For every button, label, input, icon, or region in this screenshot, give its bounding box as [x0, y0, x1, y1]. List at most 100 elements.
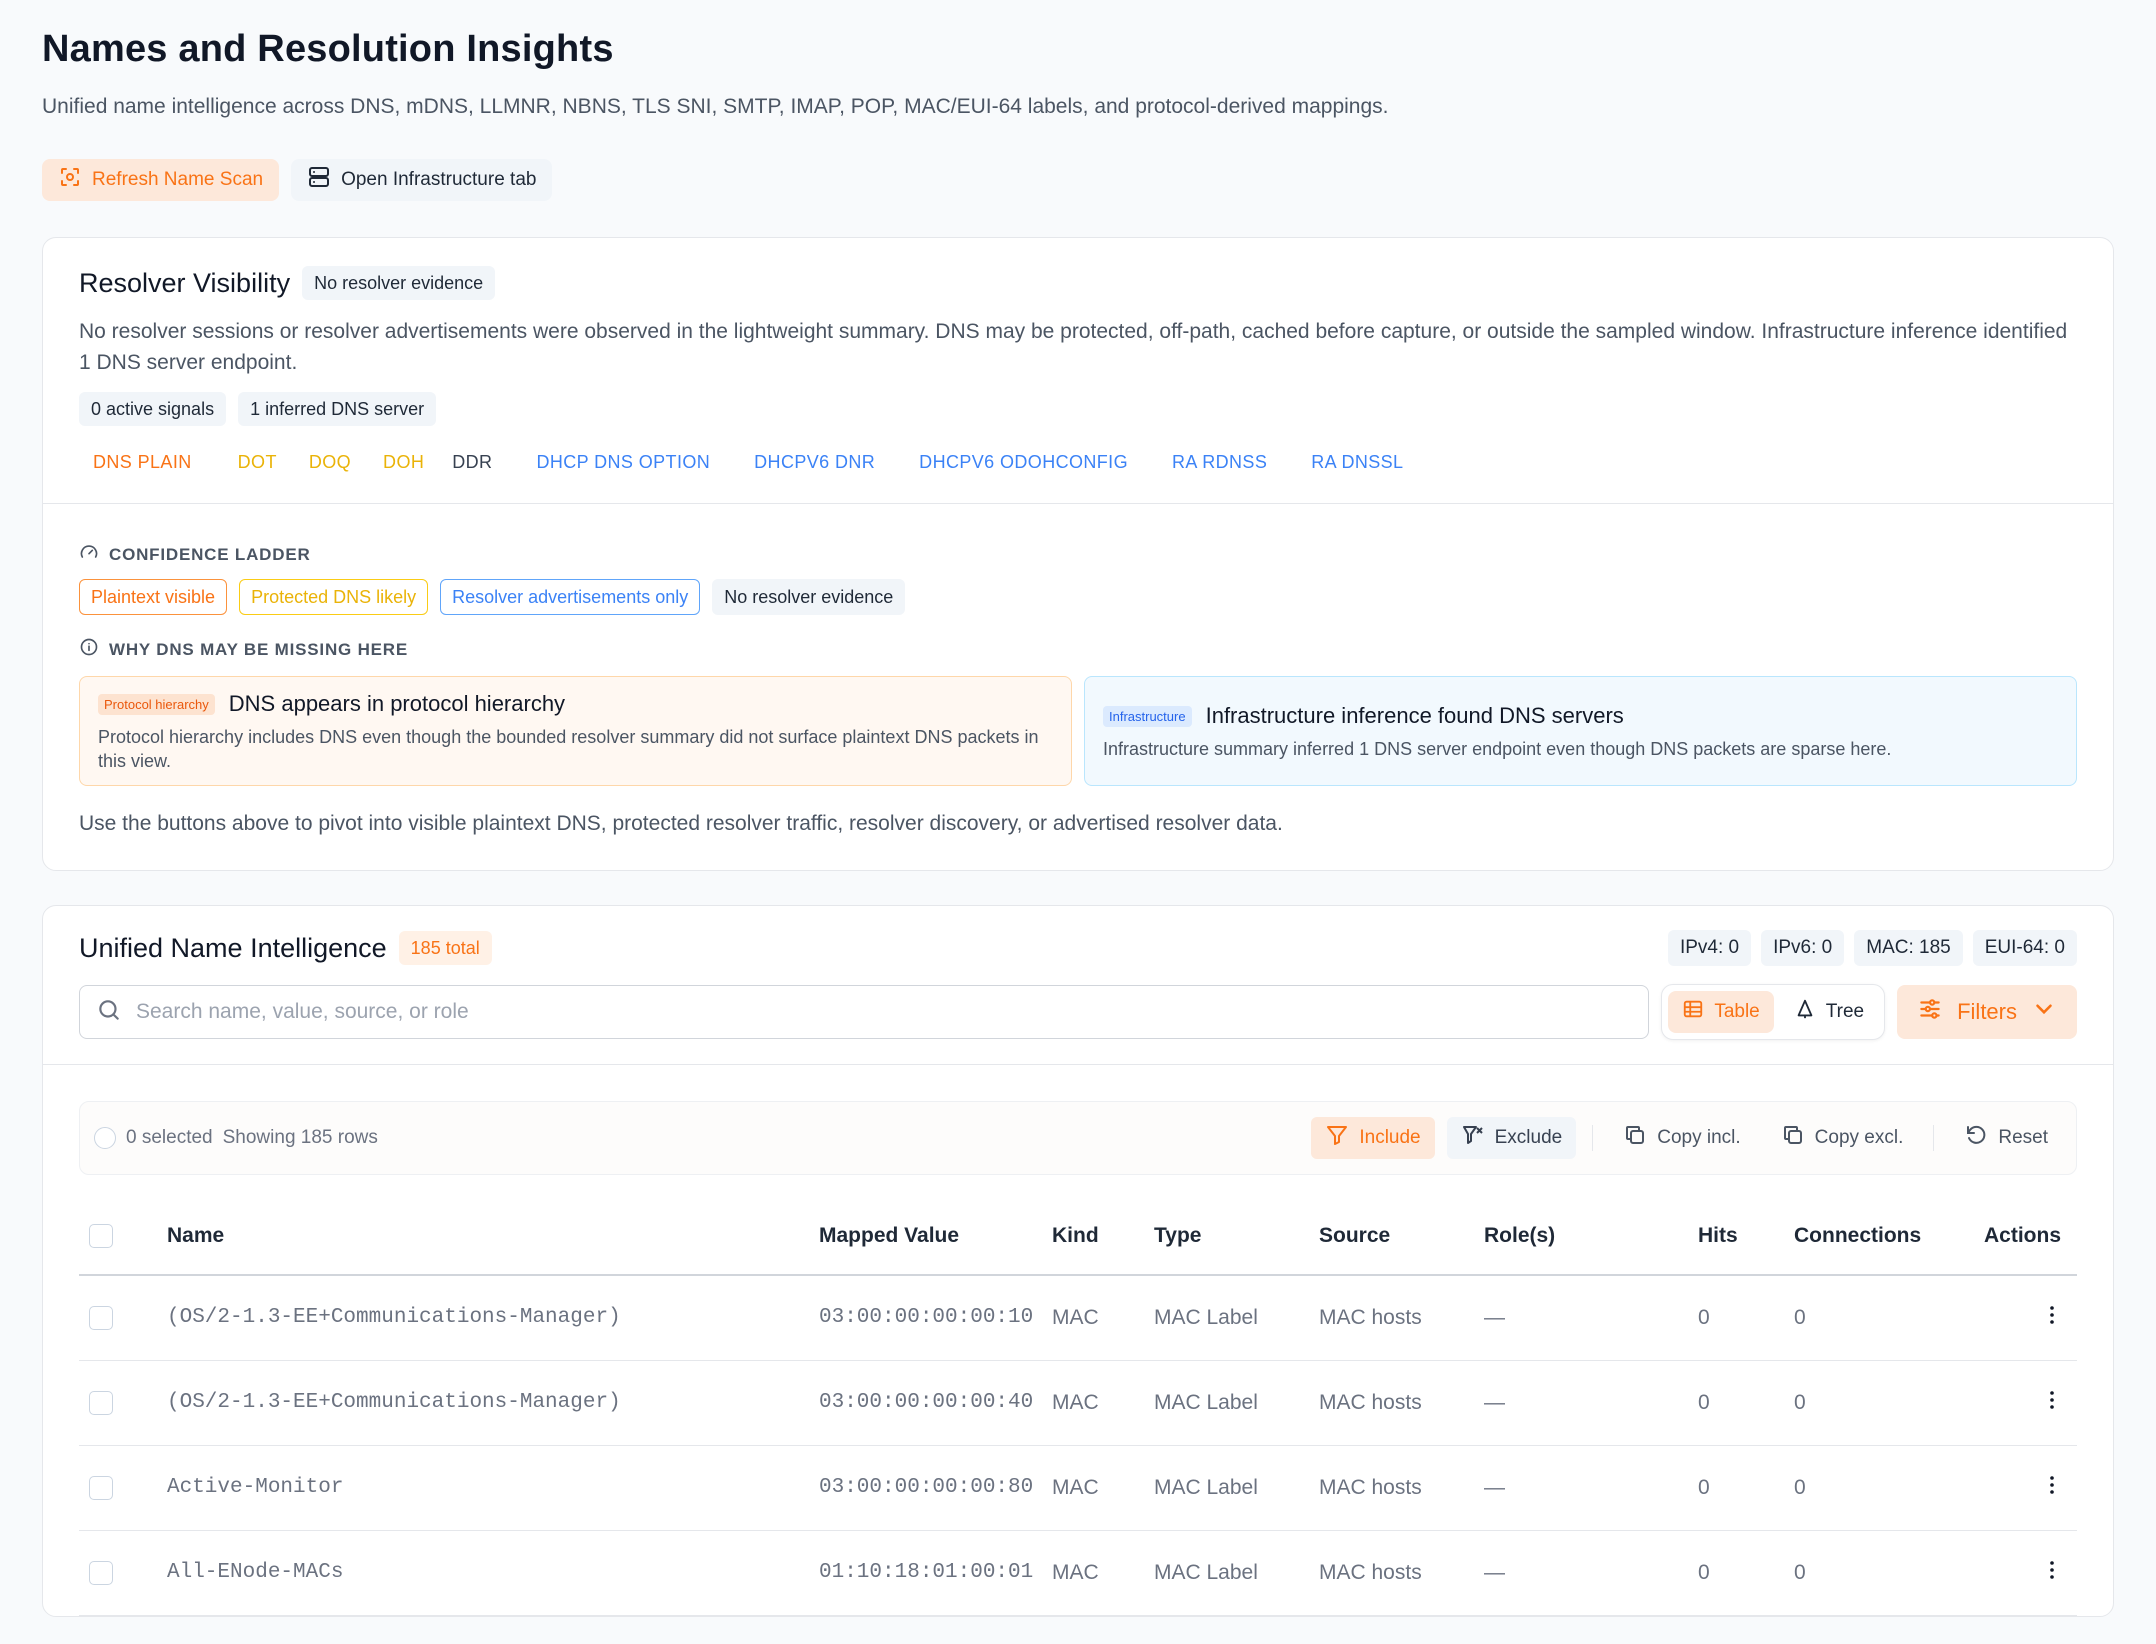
- filters-button[interactable]: Filters: [1897, 985, 2077, 1039]
- select-all-checkbox[interactable]: [89, 1223, 113, 1248]
- include-button[interactable]: Include: [1311, 1117, 1435, 1159]
- reset-label: Reset: [1998, 1127, 2048, 1148]
- why-missing-heading: WHY DNS MAY BE MISSING HERE: [79, 637, 2077, 662]
- cell-connections: 0: [1794, 1445, 1984, 1531]
- protocol-link-dhcpv6-dnr[interactable]: DHCPV6 DNR: [740, 446, 889, 479]
- resolver-description: No resolver sessions or resolver adverti…: [79, 320, 2068, 374]
- open-infrastructure-tab-button[interactable]: Open Infrastructure tab: [291, 159, 553, 201]
- cell-name: Active-Monitor: [167, 1445, 819, 1531]
- column-header[interactable]: Source: [1319, 1197, 1484, 1276]
- info-icon: [79, 637, 99, 662]
- column-header[interactable]: Mapped Value: [819, 1197, 1052, 1276]
- view-table-button[interactable]: Table: [1668, 991, 1774, 1033]
- cell-roles: —: [1484, 1360, 1698, 1446]
- table-icon: [1682, 998, 1704, 1026]
- copy-excl-label: Copy excl.: [1814, 1127, 1904, 1148]
- reason-body: Protocol hierarchy includes DNS even tho…: [98, 727, 1039, 771]
- cell-mapped-value: 01:10:18:01:00:01: [819, 1530, 1052, 1616]
- table-row[interactable]: (OS/2-1.3-EE+Communications-Manager) 03:…: [79, 1275, 2077, 1361]
- protocol-link-ddr[interactable]: DDR: [438, 446, 506, 479]
- cell-mapped-value: 03:00:00:00:00:80: [819, 1445, 1052, 1531]
- cell-type: MAC Label: [1154, 1275, 1319, 1361]
- include-label: Include: [1359, 1127, 1421, 1148]
- cell-roles: —: [1484, 1445, 1698, 1531]
- more-vertical-icon[interactable]: [2040, 1558, 2064, 1588]
- why-missing-label: WHY DNS MAY BE MISSING HERE: [109, 639, 409, 659]
- search-icon: [96, 997, 122, 1028]
- ladder-resolver-ads: Resolver advertisements only: [440, 579, 701, 615]
- ipv4-counter: IPv4: 0: [1667, 930, 1752, 966]
- column-header[interactable]: Name: [167, 1197, 819, 1276]
- refresh-name-scan-button[interactable]: Refresh Name Scan: [42, 159, 280, 201]
- protocol-link-doh[interactable]: DOH: [369, 446, 438, 479]
- protocol-link-ra-dnssl[interactable]: RA DNSSL: [1297, 446, 1417, 479]
- resolver-title: Resolver Visibility: [79, 267, 291, 298]
- column-header[interactable]: Kind: [1052, 1197, 1154, 1276]
- copy-excluded-button[interactable]: Copy excl.: [1767, 1117, 1918, 1159]
- toolbar-separator: [1592, 1125, 1594, 1151]
- protocol-link-dhcpv6-odohconfig[interactable]: DHCPV6 ODOHCONFIG: [905, 446, 1142, 479]
- search-input[interactable]: [136, 1000, 1633, 1024]
- table-row[interactable]: (OS/2-1.3-EE+Communications-Manager) 03:…: [79, 1360, 2077, 1446]
- select-all-cell: [79, 1197, 167, 1276]
- cell-type: MAC Label: [1154, 1445, 1319, 1531]
- page-subtitle: Unified name intelligence across DNS, mD…: [42, 95, 1389, 118]
- table-row[interactable]: All-ENode-MACs 01:10:18:01:00:01 MAC MAC…: [79, 1530, 2077, 1616]
- protocol-link-dot[interactable]: DOT: [224, 446, 291, 479]
- cell-connections: 0: [1794, 1275, 1984, 1361]
- copy-icon: [1623, 1123, 1647, 1153]
- cell-source: MAC hosts: [1319, 1275, 1484, 1361]
- cell-source: MAC hosts: [1319, 1360, 1484, 1446]
- column-header[interactable]: Type: [1154, 1197, 1319, 1276]
- address-counters: IPv4: 0 IPv6: 0 MAC: 185 EUI-64: 0: [1667, 930, 2077, 966]
- protocol-link-doq[interactable]: DOQ: [295, 446, 365, 479]
- view-toggle: Table Tree: [1661, 984, 1886, 1040]
- ladder-no-evidence: No resolver evidence: [712, 579, 906, 615]
- cell-roles: —: [1484, 1275, 1698, 1361]
- copy-included-button[interactable]: Copy incl.: [1609, 1117, 1754, 1159]
- cell-kind: MAC: [1052, 1275, 1154, 1361]
- eui64-counter: EUI-64: 0: [1972, 930, 2077, 966]
- resolver-foot-note: Use the buttons above to pivot into visi…: [79, 812, 1283, 835]
- exclude-button[interactable]: Exclude: [1446, 1117, 1577, 1159]
- view-tree-button[interactable]: Tree: [1780, 991, 1878, 1033]
- protocol-link-ra-rdnss[interactable]: RA RDNSS: [1158, 446, 1281, 479]
- sliders-icon: [1917, 996, 1943, 1028]
- row-checkbox[interactable]: [89, 1390, 113, 1415]
- cell-hits: 0: [1698, 1275, 1794, 1361]
- scan-icon: [58, 165, 82, 195]
- exclude-label: Exclude: [1494, 1127, 1563, 1148]
- view-tree-label: Tree: [1825, 1001, 1865, 1022]
- select-all-radio[interactable]: [94, 1127, 116, 1149]
- cell-type: MAC Label: [1154, 1360, 1319, 1446]
- row-checkbox[interactable]: [89, 1305, 113, 1330]
- infra-label: Open Infrastructure tab: [341, 169, 537, 190]
- column-header[interactable]: Hits: [1698, 1197, 1794, 1276]
- gauge-icon: [79, 542, 99, 567]
- toolbar-separator: [1933, 1125, 1935, 1151]
- column-header[interactable]: Role(s): [1484, 1197, 1698, 1276]
- protocol-link-dns-plain[interactable]: DNS PLAIN: [79, 446, 206, 479]
- row-checkbox[interactable]: [89, 1560, 113, 1585]
- reason-cards: Protocol hierarchy DNS appears in protoc…: [79, 676, 2077, 786]
- filter-icon: [1325, 1123, 1349, 1153]
- rotate-ccw-icon: [1964, 1123, 1988, 1153]
- filters-label: Filters: [1957, 999, 2017, 1024]
- reason-body: Infrastructure summary inferred 1 DNS se…: [1103, 739, 1892, 759]
- row-checkbox[interactable]: [89, 1475, 113, 1500]
- more-vertical-icon[interactable]: [2040, 1303, 2064, 1333]
- cell-kind: MAC: [1052, 1530, 1154, 1616]
- column-header[interactable]: Connections: [1794, 1197, 1984, 1276]
- protocol-link-dhcp-dns-option[interactable]: DHCP DNS OPTION: [522, 446, 724, 479]
- cell-name: All-ENode-MACs: [167, 1530, 819, 1616]
- tree-icon: [1794, 998, 1816, 1026]
- table-row[interactable]: Active-Monitor 03:00:00:00:00:80 MAC MAC…: [79, 1445, 2077, 1531]
- reset-button[interactable]: Reset: [1950, 1117, 2062, 1159]
- cell-kind: MAC: [1052, 1445, 1154, 1531]
- names-table: Name Mapped Value Kind Type Source Role(…: [79, 1197, 2077, 1616]
- copy-incl-label: Copy incl.: [1657, 1127, 1741, 1148]
- more-vertical-icon[interactable]: [2040, 1388, 2064, 1418]
- more-vertical-icon[interactable]: [2040, 1473, 2064, 1503]
- top-actions: Refresh Name Scan Open Infrastructure ta…: [42, 159, 2114, 201]
- view-table-label: Table: [1714, 1001, 1760, 1022]
